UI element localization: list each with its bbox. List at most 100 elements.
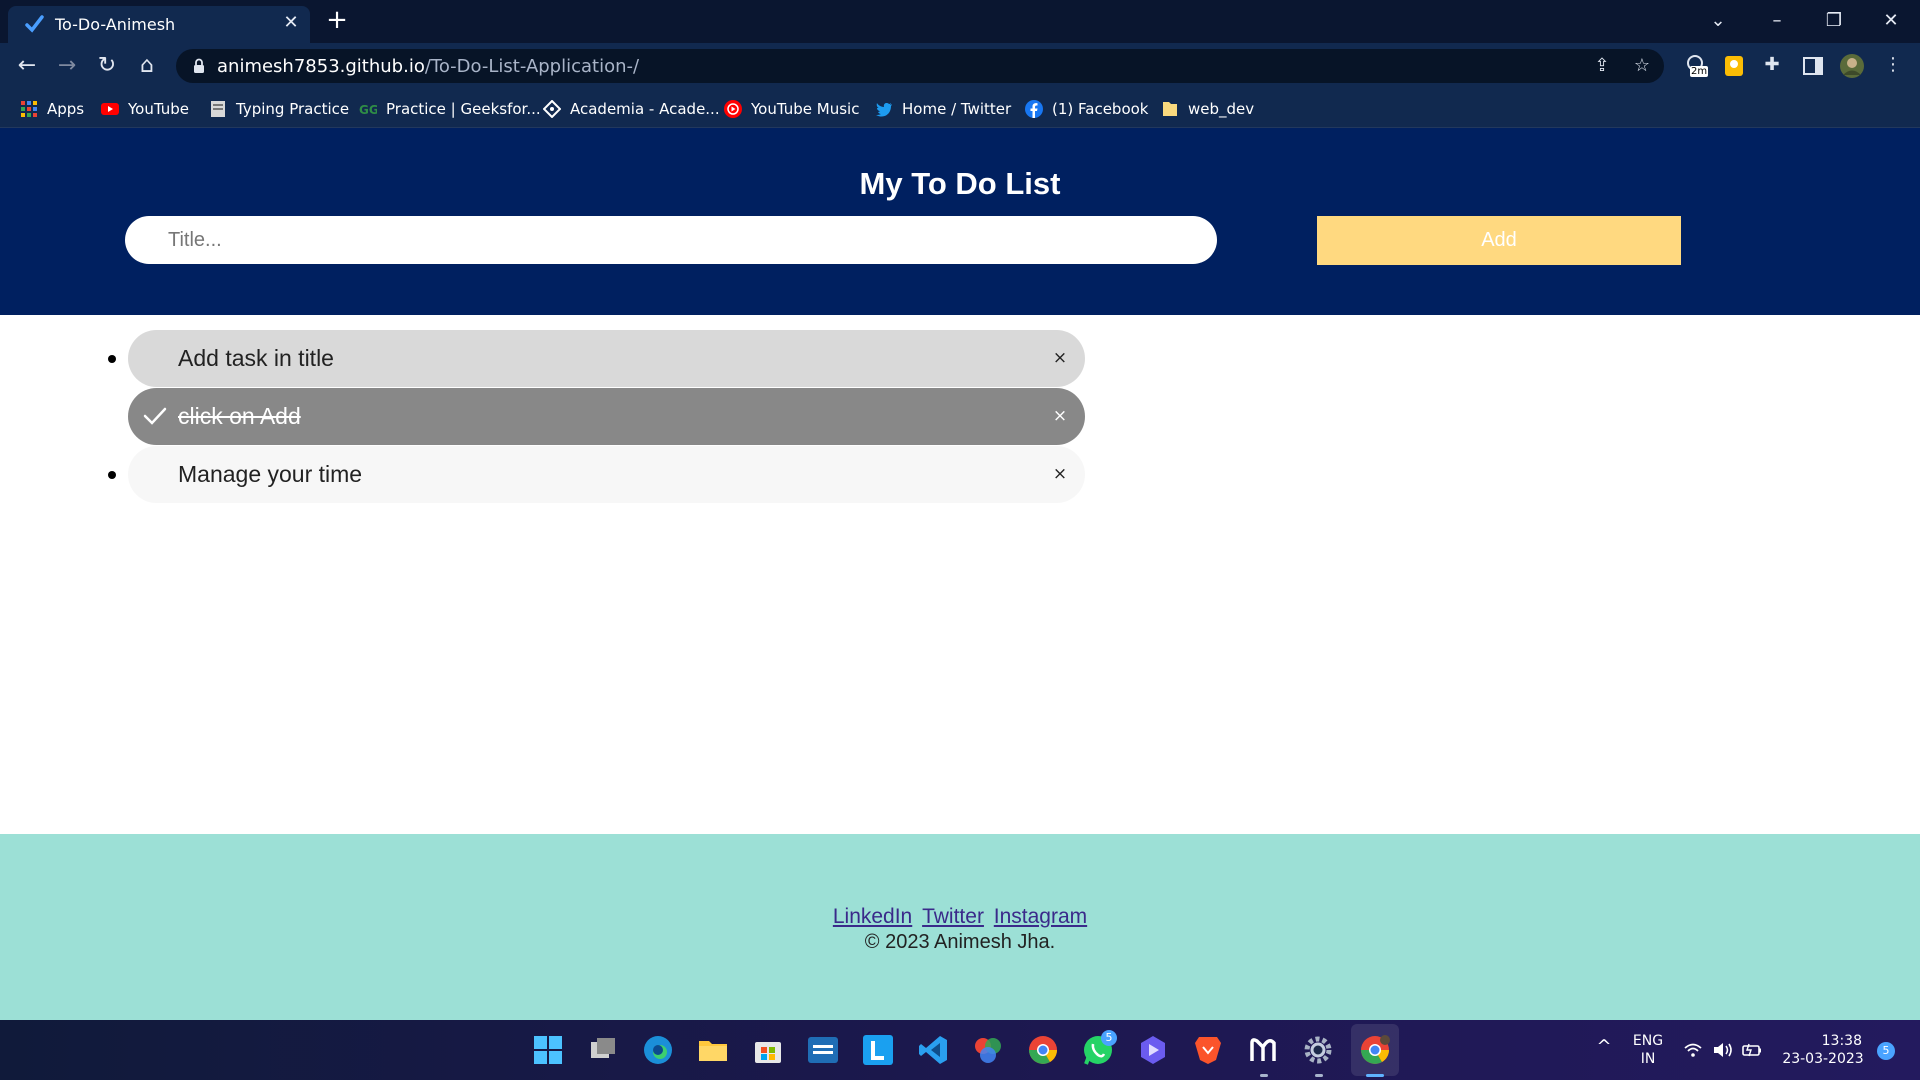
delete-task-icon[interactable]: × — [1050, 463, 1070, 485]
reload-icon[interactable]: ↻ — [92, 51, 122, 81]
tab-title: To-Do-Animesh — [55, 15, 176, 34]
bookmark-apps[interactable]: Apps — [20, 97, 84, 121]
clock[interactable]: 13:38 23-03-2023 — [1776, 1032, 1870, 1068]
file-explorer-icon[interactable] — [696, 1033, 730, 1067]
vscode-icon[interactable] — [916, 1033, 950, 1067]
browser-menu-icon[interactable]: ⋮ — [1881, 53, 1905, 77]
show-hidden-icons-chevron-icon[interactable]: ^ — [1592, 1038, 1616, 1056]
volume-icon[interactable] — [1712, 1040, 1734, 1060]
linkedin-link[interactable]: LinkedIn — [833, 905, 912, 928]
letter-l-app-icon[interactable] — [861, 1033, 895, 1067]
bookmark-label: Practice | Geeksfor... — [386, 100, 541, 118]
copyright-text: © 2023 Animesh Jha. — [864, 931, 1056, 953]
bookmark-label: YouTube — [128, 100, 189, 118]
instagram-link[interactable]: Instagram — [994, 905, 1087, 928]
settings-gear-icon[interactable] — [1301, 1033, 1335, 1067]
bookmark-star-icon[interactable]: ☆ — [1630, 54, 1654, 78]
chrome-icon[interactable] — [1026, 1033, 1060, 1067]
edge-browser-icon[interactable] — [641, 1033, 675, 1067]
todo-header: My To Do List Add — [0, 128, 1920, 315]
facebook-icon — [1025, 100, 1043, 118]
youtube-icon — [101, 103, 119, 115]
bookmark-web-dev[interactable]: web_dev — [1161, 97, 1254, 121]
notion-like-n-icon[interactable] — [1246, 1033, 1280, 1067]
bookmark-youtube-music[interactable]: YouTube Music — [724, 97, 859, 121]
page-title: My To Do List — [859, 166, 1061, 201]
delete-task-icon[interactable]: × — [1050, 347, 1070, 369]
side-panel-icon[interactable] — [1800, 53, 1826, 79]
typing-practice-icon — [211, 101, 225, 117]
browser-tab[interactable]: To-Do-Animesh ✕ — [8, 6, 310, 43]
bookmark-typing-practice[interactable]: Typing Practice — [209, 97, 349, 121]
clock-date: 23-03-2023 — [1782, 1051, 1864, 1067]
bookmark-label: YouTube Music — [751, 100, 860, 118]
minimize-icon[interactable]: – — [1762, 6, 1792, 36]
checkmark-favicon-icon — [25, 15, 44, 33]
checkmark-icon — [143, 407, 167, 425]
twitter-icon — [876, 103, 892, 117]
new-tab-icon[interactable]: + — [323, 7, 351, 35]
title-input[interactable] — [125, 216, 1217, 264]
list-bullet — [108, 355, 116, 363]
academia-icon — [543, 100, 561, 118]
battery-icon[interactable] — [1741, 1040, 1763, 1060]
active-indicator — [1366, 1074, 1384, 1077]
task-view-icon[interactable] — [586, 1033, 620, 1067]
task-item[interactable]: Add task in title × — [108, 330, 1085, 387]
task-item[interactable]: Manage your time × — [108, 446, 1085, 503]
share-icon[interactable]: ⇪ — [1590, 54, 1614, 78]
task-item-completed[interactable]: click on Add × — [128, 388, 1085, 445]
prime-video-icon[interactable] — [806, 1033, 840, 1067]
home-icon[interactable]: ⌂ — [132, 51, 162, 81]
tab-close-icon[interactable]: ✕ — [280, 12, 302, 34]
bookmark-youtube[interactable]: YouTube — [101, 97, 189, 121]
extension-badge: 2m — [1691, 66, 1708, 77]
lock-icon — [194, 58, 204, 73]
language-indicator[interactable]: ENG IN — [1628, 1032, 1668, 1068]
wifi-icon[interactable] — [1683, 1040, 1703, 1060]
bookmark-label: (1) Facebook — [1052, 100, 1149, 118]
bookmark-academia[interactable]: Academia - Acade... — [543, 97, 720, 121]
tab-search-chevron-icon[interactable]: ⌄ — [1703, 6, 1733, 36]
address-bar[interactable]: animesh7853.github.io/To-Do-List-Applica… — [176, 49, 1664, 83]
region-code: IN — [1640, 1051, 1656, 1067]
bookmark-label: Home / Twitter — [902, 100, 1012, 118]
bookmarks-bar: Apps YouTube Typing Practice GG Practice… — [0, 89, 1920, 128]
delete-task-icon[interactable]: × — [1050, 405, 1070, 427]
brave-browser-icon[interactable] — [1191, 1033, 1225, 1067]
browser-toolbar: ← → ↻ ⌂ animesh7853.github.io/To-Do-List… — [0, 43, 1920, 89]
extensions-puzzle-icon[interactable]: ✚ — [1760, 53, 1784, 77]
running-indicator — [1260, 1074, 1268, 1077]
profile-avatar[interactable] — [1839, 53, 1865, 79]
language-code: ENG — [1632, 1033, 1664, 1049]
bookmark-label: Typing Practice — [236, 100, 350, 118]
window-close-icon[interactable]: ✕ — [1876, 6, 1906, 36]
forward-arrow-icon[interactable]: → — [52, 51, 82, 81]
windows-start-icon[interactable] — [531, 1033, 565, 1067]
add-button[interactable]: Add — [1317, 216, 1681, 265]
page-footer: LinkedIn Twitter Instagram © 2023 Animes… — [0, 834, 1920, 1020]
chrome-active-icon[interactable] — [1358, 1033, 1392, 1067]
youtube-music-icon — [724, 100, 742, 118]
apps-grid-icon — [21, 101, 37, 117]
microsoft-store-icon[interactable] — [751, 1033, 785, 1067]
color-wheel-app-icon[interactable] — [971, 1033, 1005, 1067]
twitter-link[interactable]: Twitter — [922, 905, 984, 928]
extension-timer-icon[interactable]: 2m — [1684, 53, 1710, 79]
windows-taskbar: 5 ^ ENG IN 13:38 23-03-2023 5 — [0, 1020, 1920, 1080]
bing-chat-icon[interactable] — [1136, 1033, 1170, 1067]
url-text: animesh7853.github.io/To-Do-List-Applica… — [217, 56, 640, 77]
geeksforgeeks-icon: GG — [359, 103, 377, 117]
restore-icon[interactable]: ❐ — [1819, 6, 1849, 36]
back-arrow-icon[interactable]: ← — [12, 51, 42, 81]
browser-tab-strip: To-Do-Animesh ✕ + ⌄ – ❐ ✕ — [0, 0, 1920, 43]
svg-text:GG: GG — [359, 103, 377, 117]
footer-links: LinkedIn Twitter Instagram — [0, 905, 1920, 929]
task-text: click on Add — [178, 403, 301, 429]
notification-count-badge[interactable]: 5 — [1877, 1042, 1895, 1060]
bookmark-label: web_dev — [1188, 100, 1255, 118]
bookmark-facebook[interactable]: (1) Facebook — [1025, 97, 1149, 121]
bookmark-twitter[interactable]: Home / Twitter — [875, 97, 1011, 121]
bookmark-geeksforgeeks[interactable]: GG Practice | Geeksfor... — [359, 97, 541, 121]
keep-notes-icon[interactable] — [1721, 53, 1747, 79]
